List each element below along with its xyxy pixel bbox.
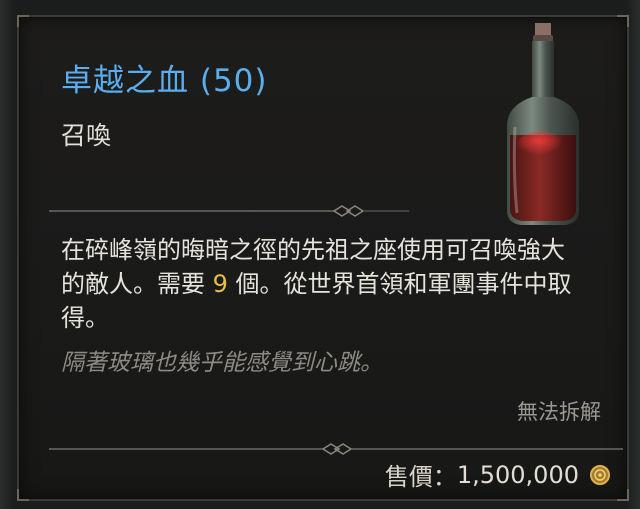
item-type: 召喚 (61, 121, 112, 150)
tooltip-corner-ornament (617, 15, 629, 27)
blood-bottle-icon (507, 23, 579, 225)
section-divider (49, 443, 623, 455)
item-tooltip: 卓越之血 (50) 召喚 在碎峰嶺的晦暗之徑的先祖之座使用可召喚強大的敵人。需要… (17, 15, 629, 501)
section-divider (49, 205, 409, 217)
sell-price-row: 售價： 1,500,000 (385, 457, 611, 492)
sell-price-label: 售價： (384, 463, 457, 491)
gold-coin-icon (590, 464, 610, 485)
tooltip-corner-ornament (17, 15, 29, 27)
salvage-status: 無法拆解 (517, 400, 601, 424)
item-name: 卓越之血 (50) (61, 63, 268, 99)
item-description: 在碎峰嶺的晦暗之徑的先祖之座使用可召喚強大的敵人。需要 9 個。從世界首領和軍團… (61, 233, 581, 335)
tooltip-corner-ornament (17, 489, 29, 501)
flavor-text: 隔著玻璃也幾乎能感覺到心跳。 (61, 350, 383, 376)
tooltip-corner-ornament (617, 489, 629, 501)
required-quantity: 9 (212, 270, 228, 298)
sell-price-value: 1,500,000 (456, 460, 579, 489)
